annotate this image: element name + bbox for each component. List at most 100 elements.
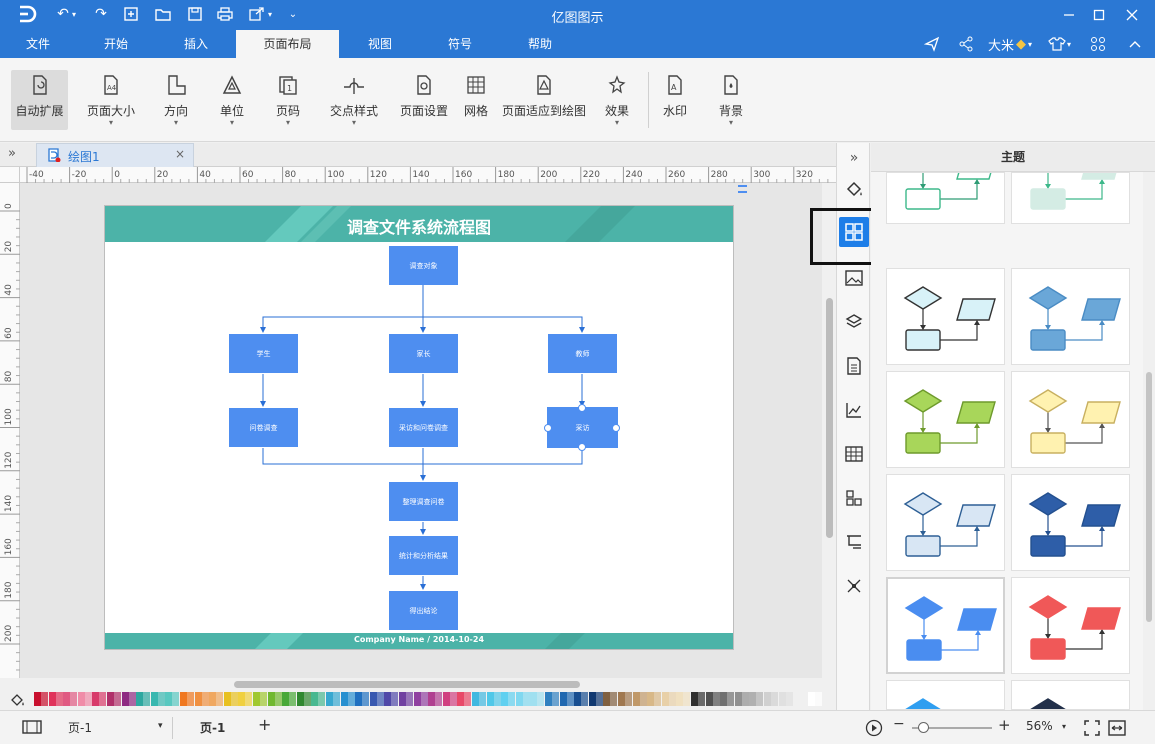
color-swatch-tint[interactable] [216, 692, 224, 706]
color-swatch[interactable] [253, 692, 260, 706]
apps-grid-icon[interactable] [1090, 34, 1106, 54]
color-swatch[interactable] [238, 692, 246, 706]
color-swatch[interactable] [296, 692, 304, 706]
color-swatch[interactable] [530, 692, 538, 706]
color-swatch[interactable] [413, 692, 421, 706]
color-swatch[interactable] [92, 692, 100, 706]
theme-card[interactable] [1011, 172, 1130, 224]
undo-dropdown-icon[interactable]: ▾ [70, 5, 78, 23]
fill-icon[interactable] [843, 178, 865, 200]
color-swatch-tint[interactable] [785, 692, 793, 706]
color-swatch[interactable] [734, 692, 742, 706]
send-icon[interactable] [924, 34, 940, 54]
color-swatch[interactable] [705, 692, 713, 706]
expand-library-icon[interactable]: » [8, 146, 16, 161]
page-setup-button[interactable]: 页面设置 [396, 70, 452, 130]
diagram-page[interactable]: 调查文件系统流程图 调查对象 学生 家长 教师 问卷调查 采访和问卷调查 采访 … [104, 205, 734, 650]
color-swatch-tint[interactable] [625, 692, 632, 706]
color-swatch[interactable] [647, 692, 655, 706]
flow-node-teachers[interactable]: 教师 [548, 334, 617, 373]
color-swatch[interactable] [632, 692, 640, 706]
color-swatch[interactable] [209, 692, 217, 706]
chart-icon[interactable] [843, 399, 865, 421]
color-swatch-tint[interactable] [639, 692, 647, 706]
color-swatch-tint[interactable] [41, 692, 48, 706]
effects-button[interactable]: 效果 ▾ [598, 70, 636, 130]
zoom-level[interactable]: 56% [1026, 719, 1053, 733]
auto-expand-button[interactable]: 自动扩展 [11, 70, 68, 130]
layers-icon[interactable] [843, 311, 865, 333]
presentation-icon[interactable] [843, 531, 865, 553]
color-swatch[interactable] [340, 692, 348, 706]
color-swatch-tint[interactable] [347, 692, 355, 706]
color-swatch-tint[interactable] [683, 692, 691, 706]
color-swatch[interactable] [355, 692, 363, 706]
page-number-button[interactable]: 1 页码 ▾ [266, 70, 310, 130]
menu-insert[interactable]: 插入 [160, 30, 232, 58]
unit-button[interactable]: 单位 ▾ [210, 70, 254, 130]
color-swatch-tint[interactable] [245, 692, 253, 706]
color-swatch[interactable] [588, 692, 596, 706]
color-swatch-tint[interactable] [508, 692, 516, 706]
org-chart-icon[interactable] [843, 487, 865, 509]
color-swatch[interactable] [501, 692, 509, 706]
page-size-button[interactable]: A4 页面大小 ▾ [82, 70, 140, 130]
theme-card[interactable] [886, 577, 1005, 674]
color-swatch-tint[interactable] [70, 692, 78, 706]
panel-scroll-thumb[interactable] [1146, 372, 1152, 622]
skin-icon[interactable]: ▾ [1048, 34, 1071, 54]
color-swatch-tint[interactable] [420, 692, 428, 706]
redo-icon[interactable]: ↷ [92, 5, 110, 23]
color-swatch[interactable] [326, 692, 333, 706]
color-swatch-tint[interactable] [230, 692, 238, 706]
color-swatch[interactable] [384, 692, 392, 706]
play-icon[interactable] [865, 719, 883, 740]
diagram-title[interactable]: 调查文件系统流程图 [105, 214, 733, 238]
page-view-icon[interactable] [22, 720, 42, 737]
page-dropdown[interactable]: 页-1 [68, 719, 92, 736]
zoom-dropdown-icon[interactable]: ▾ [1062, 722, 1066, 731]
color-swatch-tint[interactable] [55, 692, 63, 706]
document-tab[interactable]: 绘图1 × [36, 143, 194, 167]
color-swatch-tint[interactable] [581, 692, 589, 706]
color-swatch-tint[interactable] [274, 692, 282, 706]
panel-scrollbar[interactable] [1143, 172, 1155, 710]
color-swatch[interactable] [63, 692, 71, 706]
color-swatch[interactable] [603, 692, 611, 706]
zoom-out-icon[interactable]: − [893, 716, 905, 732]
color-swatch[interactable] [34, 692, 41, 706]
flow-node-interview[interactable]: 采访 [547, 407, 618, 448]
color-swatch-tint[interactable] [84, 692, 92, 706]
theme-card[interactable] [886, 172, 1005, 224]
color-swatch[interactable] [165, 692, 173, 706]
flow-node-students[interactable]: 学生 [229, 334, 298, 373]
flow-node-survey-target[interactable]: 调查对象 [389, 246, 458, 285]
menu-symbols[interactable]: 符号 [426, 30, 494, 58]
color-swatch-tint[interactable] [479, 692, 486, 706]
watermark-button[interactable]: A 水印 [656, 70, 694, 130]
color-swatch[interactable] [574, 692, 582, 706]
open-folder-icon[interactable] [154, 5, 172, 23]
color-swatch[interactable] [545, 692, 552, 706]
color-swatch-tint[interactable] [756, 692, 764, 706]
collapse-panel-icon[interactable]: » [843, 147, 865, 169]
color-swatch-tint[interactable] [376, 692, 384, 706]
menu-page-layout[interactable]: 页面布局 [236, 30, 339, 58]
color-swatch[interactable] [428, 692, 436, 706]
color-swatch[interactable] [691, 692, 698, 706]
vertical-scroll-thumb[interactable] [826, 298, 833, 538]
color-swatch[interactable] [778, 692, 786, 706]
table-icon[interactable] [843, 443, 865, 465]
color-swatch[interactable] [457, 692, 465, 706]
page-list-icon[interactable] [843, 355, 865, 377]
selection-handle[interactable] [544, 424, 552, 432]
color-swatch-tint[interactable] [362, 692, 370, 706]
horizontal-scrollbar[interactable] [20, 678, 836, 690]
user-account[interactable]: 大米 ◆ ▾ [988, 34, 1032, 54]
color-swatch[interactable] [559, 692, 567, 706]
color-swatch-tint[interactable] [712, 692, 720, 706]
color-swatch[interactable] [472, 692, 479, 706]
color-swatch[interactable] [194, 692, 202, 706]
color-swatch-tint[interactable] [435, 692, 443, 706]
theme-card[interactable] [1011, 268, 1130, 365]
